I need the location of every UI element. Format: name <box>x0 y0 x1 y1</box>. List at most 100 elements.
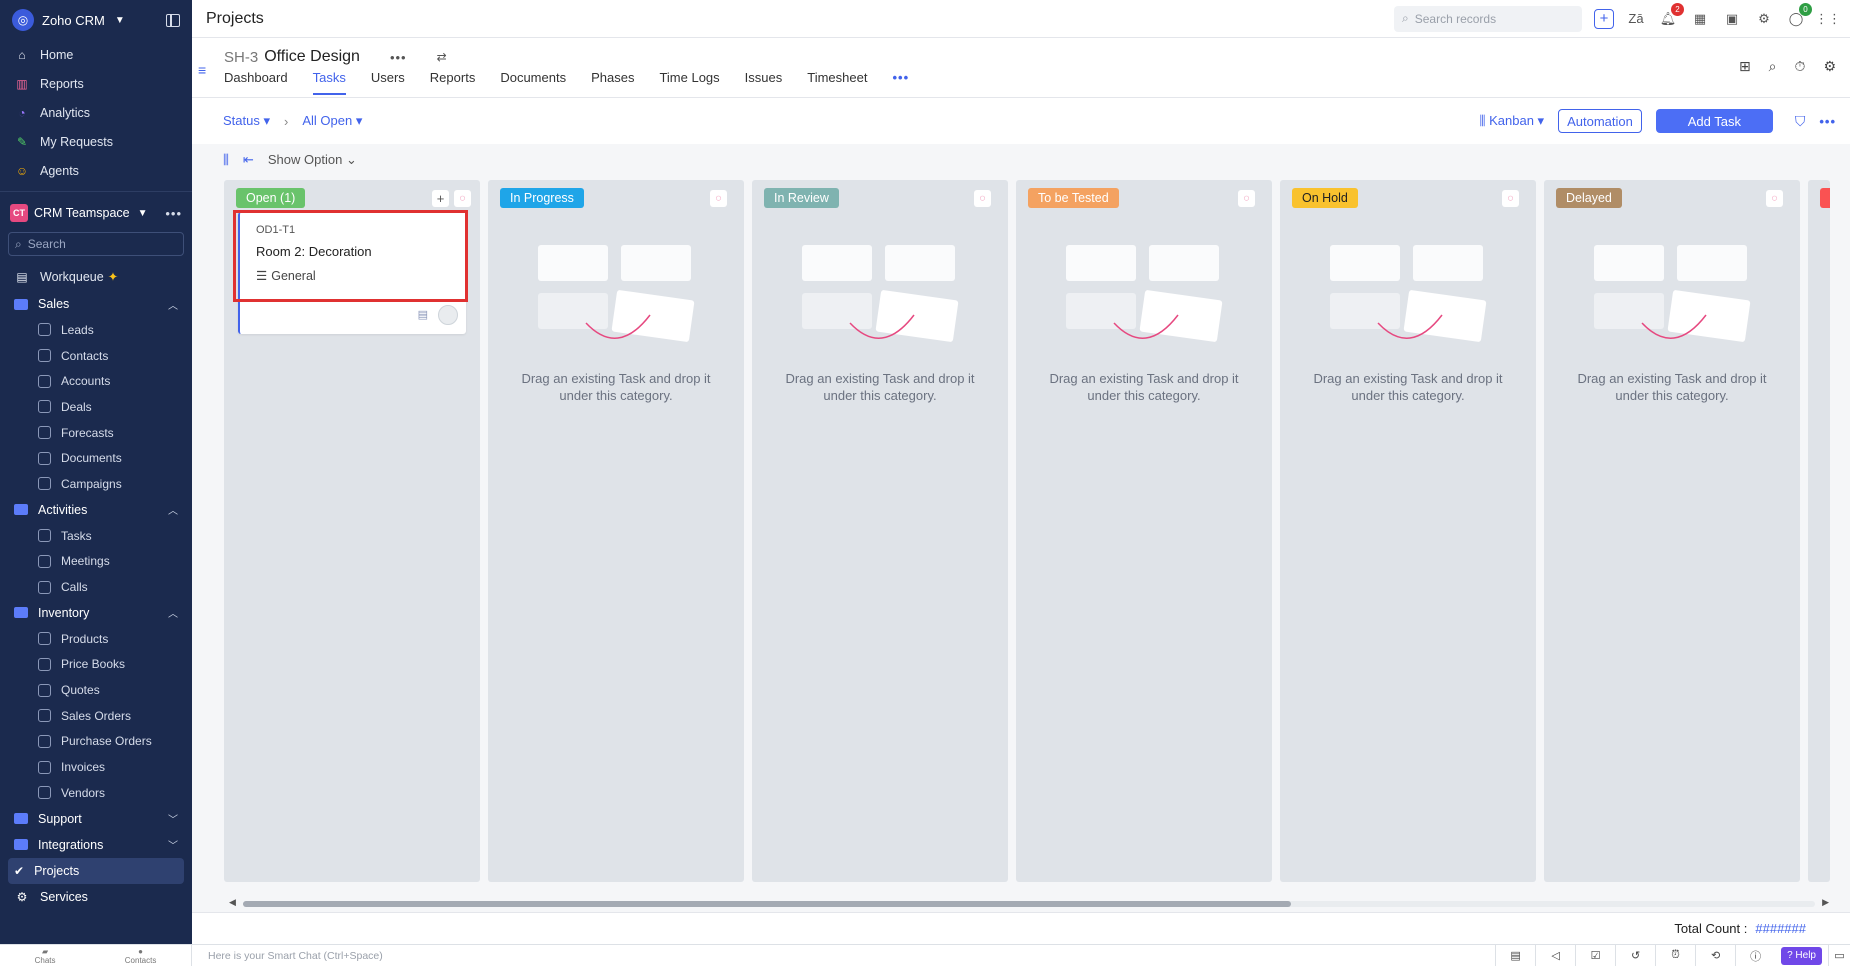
search-records-input[interactable]: ⌕ Search records <box>1394 5 1582 32</box>
more-icon[interactable]: ••• <box>165 206 182 221</box>
sidebar-group-integrations[interactable]: Integrations ﹀ <box>0 832 192 858</box>
status-filter[interactable]: Status ▾ <box>223 113 270 129</box>
more-icon[interactable]: ••• <box>390 50 407 65</box>
sidebar-item-reports[interactable]: ▥ Reports <box>0 69 192 98</box>
sidebar-item-services[interactable]: ⚙ Services <box>0 884 192 910</box>
menu-icon[interactable]: ≡ <box>198 62 210 78</box>
collapse-panel-icon[interactable] <box>166 13 180 27</box>
tab-timesheet[interactable]: Timesheet <box>807 70 867 95</box>
bell-icon[interactable]: 🔔︎ 2 <box>1658 2 1684 29</box>
contacts-button[interactable]: ● Contacts <box>125 947 157 965</box>
history-icon[interactable]: ⟲ <box>1695 944 1735 966</box>
translate-icon[interactable]: Zā <box>1626 9 1646 29</box>
marketplace-icon[interactable]: ▣ <box>1722 9 1742 29</box>
sidebar-item-products[interactable]: Products <box>0 626 192 652</box>
sidebar-item-purchase-orders[interactable]: Purchase Orders <box>0 729 192 755</box>
more-icon[interactable]: ••• <box>1819 114 1836 129</box>
sidebar-item-contacts[interactable]: Contacts <box>0 343 192 369</box>
layout-switcher[interactable]: ⫼ Kanban ▾ <box>1480 113 1545 129</box>
tab-time-logs[interactable]: Time Logs <box>659 70 719 95</box>
more-tabs-icon[interactable]: ••• <box>892 70 909 95</box>
sidebar-group-activities[interactable]: Activities ︿ <box>0 497 192 523</box>
sidebar-group-support[interactable]: Support ﹀ <box>0 806 192 832</box>
tab-issues[interactable]: Issues <box>745 70 783 95</box>
add-task-button[interactable]: Add Task <box>1655 109 1773 133</box>
sidebar-item-agents[interactable]: ☺ Agents <box>0 156 192 185</box>
collapse-left-icon[interactable]: ⇤ <box>243 152 254 168</box>
empty-message: Drag an existing Task and drop it under … <box>785 371 975 403</box>
checklist-icon[interactable]: ☑ <box>1575 944 1615 966</box>
horizontal-scrollbar[interactable]: ◀ ▶ <box>229 897 1829 910</box>
sidebar-group-sales[interactable]: Sales ︿ <box>0 291 192 317</box>
add-plus-icon[interactable]: + <box>432 190 449 207</box>
sidebar-item-deals[interactable]: Deals <box>0 394 192 420</box>
sidebar-item-quotes[interactable]: Quotes <box>0 677 192 703</box>
info-icon[interactable]: ⓘ <box>1735 944 1775 966</box>
sidebar-item-analytics[interactable]: ◔ Analytics <box>0 98 192 127</box>
divider <box>0 191 192 192</box>
sidebar-item-calls[interactable]: Calls <box>0 574 192 600</box>
brand[interactable]: ◎ Zoho CRM ▼ <box>0 0 192 40</box>
scroll-thumb[interactable] <box>243 901 1291 907</box>
refresh-icon[interactable]: ◌ <box>974 190 991 207</box>
sidebar-item-price-books[interactable]: Price Books <box>0 652 192 678</box>
sidebar-item-documents[interactable]: Documents <box>0 445 192 471</box>
sidebar-group-inventory[interactable]: Inventory ︿ <box>0 600 192 626</box>
create-plus-icon[interactable]: + <box>1594 8 1614 29</box>
sidebar-item-campaigns[interactable]: Campaigns <box>0 471 192 497</box>
add-square-icon[interactable]: ⊞ <box>1739 58 1751 75</box>
scroll-left-icon[interactable]: ◀ <box>229 897 236 908</box>
show-option-dropdown[interactable]: Show Option ⌄ <box>268 152 357 168</box>
tab-tasks[interactable]: Tasks <box>312 70 346 95</box>
column-settings-icon[interactable]: ⫼ <box>223 152 229 168</box>
sidebar-item-invoices[interactable]: Invoices <box>0 754 192 780</box>
tab-users[interactable]: Users <box>371 70 405 95</box>
notes-icon[interactable]: ▭ <box>1828 944 1850 966</box>
sidebar-item-forecasts[interactable]: Forecasts <box>0 420 192 446</box>
refresh-icon[interactable]: ◌ <box>1502 190 1519 207</box>
user-avatar-icon[interactable]: ◯ 0 <box>1786 2 1812 29</box>
sidebar-item-vendors[interactable]: Vendors <box>0 780 192 806</box>
sidebar-item-my-requests[interactable]: ✎ My Requests <box>0 127 192 156</box>
refresh-icon[interactable]: ◌ <box>1238 190 1255 207</box>
help-button[interactable]: ? Help <box>1781 946 1822 965</box>
view-filter[interactable]: All Open ▾ <box>302 113 362 129</box>
calendar-icon[interactable]: ▦ <box>1690 9 1710 29</box>
sidebar-item-accounts[interactable]: Accounts <box>0 368 192 394</box>
sidebar-search-input[interactable]: ⌕ Search <box>8 232 184 256</box>
sidebar-item-workqueue[interactable]: ▤ Workqueue ✦ <box>0 262 192 291</box>
chevron-down-icon: ▼ <box>114 14 125 26</box>
chats-button[interactable]: ▰ Chats <box>35 947 56 965</box>
timer-icon[interactable]: ⏱︎ <box>1795 58 1806 75</box>
gear-icon[interactable]: ⚙ <box>1823 58 1836 75</box>
sidebar-item-tasks[interactable]: Tasks <box>0 523 192 549</box>
tab-documents[interactable]: Documents <box>500 70 566 95</box>
announce-icon[interactable]: ◁ <box>1535 944 1575 966</box>
sync-icon[interactable]: ⇄ <box>437 50 447 64</box>
refresh-icon[interactable]: ◌ <box>710 190 727 207</box>
sidebar-item-projects[interactable]: ✔ Projects <box>8 857 184 884</box>
scroll-right-icon[interactable]: ▶ <box>1822 897 1829 908</box>
recent-icon[interactable]: ↺ <box>1615 944 1655 966</box>
sidebar-item-sales-orders[interactable]: Sales Orders <box>0 703 192 729</box>
tab-reports[interactable]: Reports <box>430 70 476 95</box>
sidebar-item-leads[interactable]: Leads <box>0 317 192 343</box>
sidebar-item-meetings[interactable]: Meetings <box>0 549 192 575</box>
tab-phases[interactable]: Phases <box>591 70 634 95</box>
filter-funnel-icon[interactable]: ⛉ <box>1795 113 1806 130</box>
teamspace-switcher[interactable]: CT CRM Teamspace ▼ ••• <box>0 198 192 228</box>
refresh-icon[interactable]: ◌ <box>1766 190 1783 207</box>
search-icon[interactable]: ⌕ <box>1769 58 1777 75</box>
tab-dashboard[interactable]: Dashboard <box>224 70 288 95</box>
unread-icon[interactable]: ▤ <box>1495 944 1535 966</box>
automation-button[interactable]: Automation <box>1558 109 1642 133</box>
sidebar-item-home[interactable]: ⌂ Home <box>0 40 192 69</box>
avatar[interactable] <box>438 305 458 325</box>
smart-chat-input[interactable]: Here is your Smart Chat (Ctrl+Space) <box>192 950 383 962</box>
refresh-icon[interactable]: ◌ <box>454 190 471 207</box>
alarm-icon[interactable]: ⏰︎ <box>1655 944 1695 966</box>
app-grid-icon[interactable]: ⋮⋮ <box>1815 9 1841 29</box>
task-card[interactable]: OD1-T1 Room 2: Decoration ☰ General ▤ <box>238 212 466 334</box>
gear-icon[interactable]: ⚙ <box>1754 9 1774 29</box>
calendar-icon[interactable]: ▤ <box>418 308 428 321</box>
